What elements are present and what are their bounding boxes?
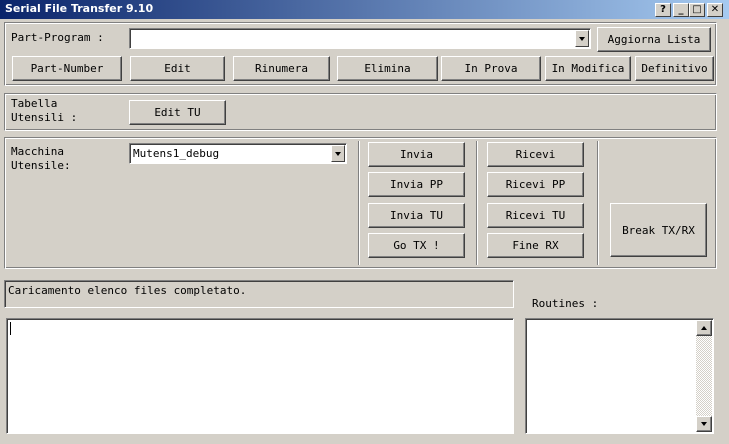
- routines-scrollbar[interactable]: [696, 320, 712, 432]
- help-button[interactable]: ?: [655, 3, 671, 17]
- scroll-down-icon[interactable]: [696, 416, 712, 432]
- text-cursor: [10, 322, 11, 335]
- part-program-label: Part-Program :: [11, 31, 104, 44]
- tools-label-line2: Utensili :: [11, 111, 78, 124]
- fine-rx-button[interactable]: Fine RX: [487, 233, 584, 258]
- ricevi-tu-button[interactable]: Ricevi TU: [487, 203, 584, 228]
- part-program-combo[interactable]: [129, 28, 591, 49]
- invia-pp-button[interactable]: Invia PP: [368, 172, 465, 197]
- break-tx-rx-button[interactable]: Break TX/RX: [610, 203, 707, 257]
- rinumera-button[interactable]: Rinumera: [233, 56, 330, 81]
- tools-label-line1: Tabella: [11, 97, 58, 110]
- separator: [358, 141, 360, 265]
- routines-list[interactable]: [525, 318, 714, 434]
- close-button[interactable]: ✕: [707, 3, 723, 17]
- machine-combo[interactable]: Mutens1_debug: [129, 143, 347, 164]
- log-textarea[interactable]: [6, 318, 514, 434]
- definitivo-button[interactable]: Definitivo: [635, 56, 714, 81]
- ricevi-button[interactable]: Ricevi: [487, 142, 584, 167]
- routines-label: Routines :: [532, 297, 599, 310]
- edit-button[interactable]: Edit: [130, 56, 225, 81]
- window-title: Serial File Transfer 9.10: [5, 2, 154, 15]
- chevron-down-icon[interactable]: [331, 145, 345, 162]
- ricevi-pp-button[interactable]: Ricevi PP: [487, 172, 584, 197]
- in-modifica-button[interactable]: In Modifica: [545, 56, 631, 81]
- separator: [597, 141, 599, 265]
- edit-tu-button[interactable]: Edit TU: [129, 100, 226, 125]
- tools-group: [4, 93, 717, 131]
- status-message: Caricamento elenco files completato.: [8, 284, 247, 297]
- elimina-button[interactable]: Elimina: [337, 56, 438, 81]
- chevron-down-icon[interactable]: [575, 30, 589, 47]
- scroll-up-icon[interactable]: [696, 320, 712, 336]
- machine-label-line2: Utensile:: [11, 159, 71, 172]
- in-prova-button[interactable]: In Prova: [441, 56, 541, 81]
- aggiorna-lista-button[interactable]: Aggiorna Lista: [597, 27, 711, 52]
- separator: [476, 141, 478, 265]
- go-tx-button[interactable]: Go TX !: [368, 233, 465, 258]
- maximize-button[interactable]: □: [689, 3, 705, 17]
- status-message-box: Caricamento elenco files completato.: [4, 280, 514, 308]
- invia-button[interactable]: Invia: [368, 142, 465, 167]
- invia-tu-button[interactable]: Invia TU: [368, 203, 465, 228]
- machine-combo-value: Mutens1_debug: [133, 147, 220, 160]
- part-number-button[interactable]: Part-Number: [12, 56, 122, 81]
- machine-label-line1: Macchina: [11, 145, 64, 158]
- minimize-button[interactable]: _: [673, 3, 689, 17]
